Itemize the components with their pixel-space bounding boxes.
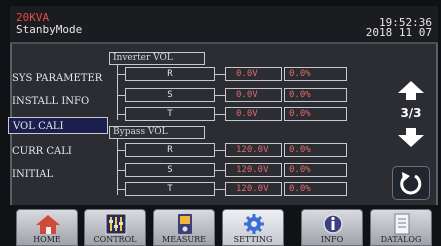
tab-home[interactable]: HOME xyxy=(16,209,78,246)
row-connector xyxy=(215,95,225,96)
tab-setting[interactable]: SETTING xyxy=(222,209,284,246)
row-connector xyxy=(215,150,225,151)
tree-branch xyxy=(117,150,125,151)
row-connector xyxy=(215,114,225,115)
menu-item-vol-cali[interactable]: VOL CALI xyxy=(8,117,108,134)
tab-datalog-label: DATALOG xyxy=(380,235,422,244)
inverter-vol-title: Inverter VOL xyxy=(109,52,205,65)
info-icon xyxy=(323,214,343,234)
bypass-phase-t: T xyxy=(125,182,215,196)
menu-item-initial[interactable]: INITIAL xyxy=(8,166,108,183)
bypass-vol-title: Bypass VOL xyxy=(109,126,205,139)
ups-screen: 20KVA StanbyMode 19:52:36 2018 11 07 SYS… xyxy=(0,0,441,246)
tab-measure-label: MEASURE xyxy=(162,235,206,244)
row-connector xyxy=(215,74,225,75)
tab-info-label: INFO xyxy=(320,235,344,244)
device-status: 20KVA StanbyMode xyxy=(16,12,82,36)
bypass-tree-line xyxy=(117,139,118,195)
inverter-phase-r: R xyxy=(125,67,215,81)
tree-branch xyxy=(117,170,125,171)
mode-label: StanbyMode xyxy=(16,23,83,36)
tab-home-label: HOME xyxy=(33,235,61,244)
tab-setting-label: SETTING xyxy=(233,235,273,244)
home-icon xyxy=(36,215,60,234)
tab-measure[interactable]: MEASURE xyxy=(153,209,215,246)
bypass-voltage-r[interactable]: 120.0V xyxy=(225,143,282,157)
bypass-percent-r[interactable]: 0.0% xyxy=(284,143,347,157)
inverter-percent-r[interactable]: 0.0% xyxy=(284,67,347,81)
row-connector xyxy=(215,170,225,171)
menu-item-curr-cali[interactable]: CURR CALI xyxy=(8,143,108,160)
inverter-voltage-t[interactable]: 0.0V xyxy=(225,107,282,121)
bypass-voltage-t[interactable]: 120.0V xyxy=(225,182,282,196)
tree-branch xyxy=(117,114,125,115)
return-icon xyxy=(400,172,422,195)
menu-item-install-info[interactable]: INSTALL INFO xyxy=(8,93,108,110)
bypass-percent-t[interactable]: 0.0% xyxy=(284,182,347,196)
datalog-icon xyxy=(394,213,410,235)
menu-item-sys-parameter[interactable]: SYS PARAMETER xyxy=(8,70,108,87)
tree-branch xyxy=(117,95,125,96)
tab-datalog[interactable]: DATALOG xyxy=(370,209,432,246)
tree-branch xyxy=(117,189,125,190)
inverter-phase-s: S xyxy=(125,88,215,102)
bypass-phase-r: R xyxy=(125,143,215,157)
inverter-phase-t: T xyxy=(125,107,215,121)
date-label: 2018 11 07 xyxy=(365,26,432,39)
back-button[interactable] xyxy=(392,166,430,200)
page-down-icon[interactable] xyxy=(394,124,428,150)
bypass-voltage-s[interactable]: 120.0V xyxy=(225,163,282,177)
bottom-nav: HOME CONTROL MEASURE SETTING INFO DATALO… xyxy=(10,205,438,246)
tree-branch xyxy=(117,74,125,75)
inverter-percent-t[interactable]: 0.0% xyxy=(284,107,347,121)
tab-info[interactable]: INFO xyxy=(301,209,363,246)
measure-meter-icon xyxy=(178,214,192,234)
inverter-voltage-s[interactable]: 0.0V xyxy=(225,88,282,102)
inverter-voltage-r[interactable]: 0.0V xyxy=(225,67,282,81)
clock: 19:52:36 2018 11 07 xyxy=(365,17,432,39)
inverter-percent-s[interactable]: 0.0% xyxy=(284,88,347,102)
status-header: 20KVA StanbyMode 19:52:36 2018 11 07 xyxy=(10,6,438,44)
tab-control-label: CONTROL xyxy=(93,235,137,244)
page-indicator: 3/3 xyxy=(400,106,422,120)
page-up-icon[interactable] xyxy=(394,78,428,104)
row-connector xyxy=(215,189,225,190)
bypass-percent-s[interactable]: 0.0% xyxy=(284,163,347,177)
bypass-phase-s: S xyxy=(125,163,215,177)
control-sliders-icon xyxy=(105,213,127,235)
gear-icon xyxy=(244,214,264,234)
tab-control[interactable]: CONTROL xyxy=(84,209,146,246)
